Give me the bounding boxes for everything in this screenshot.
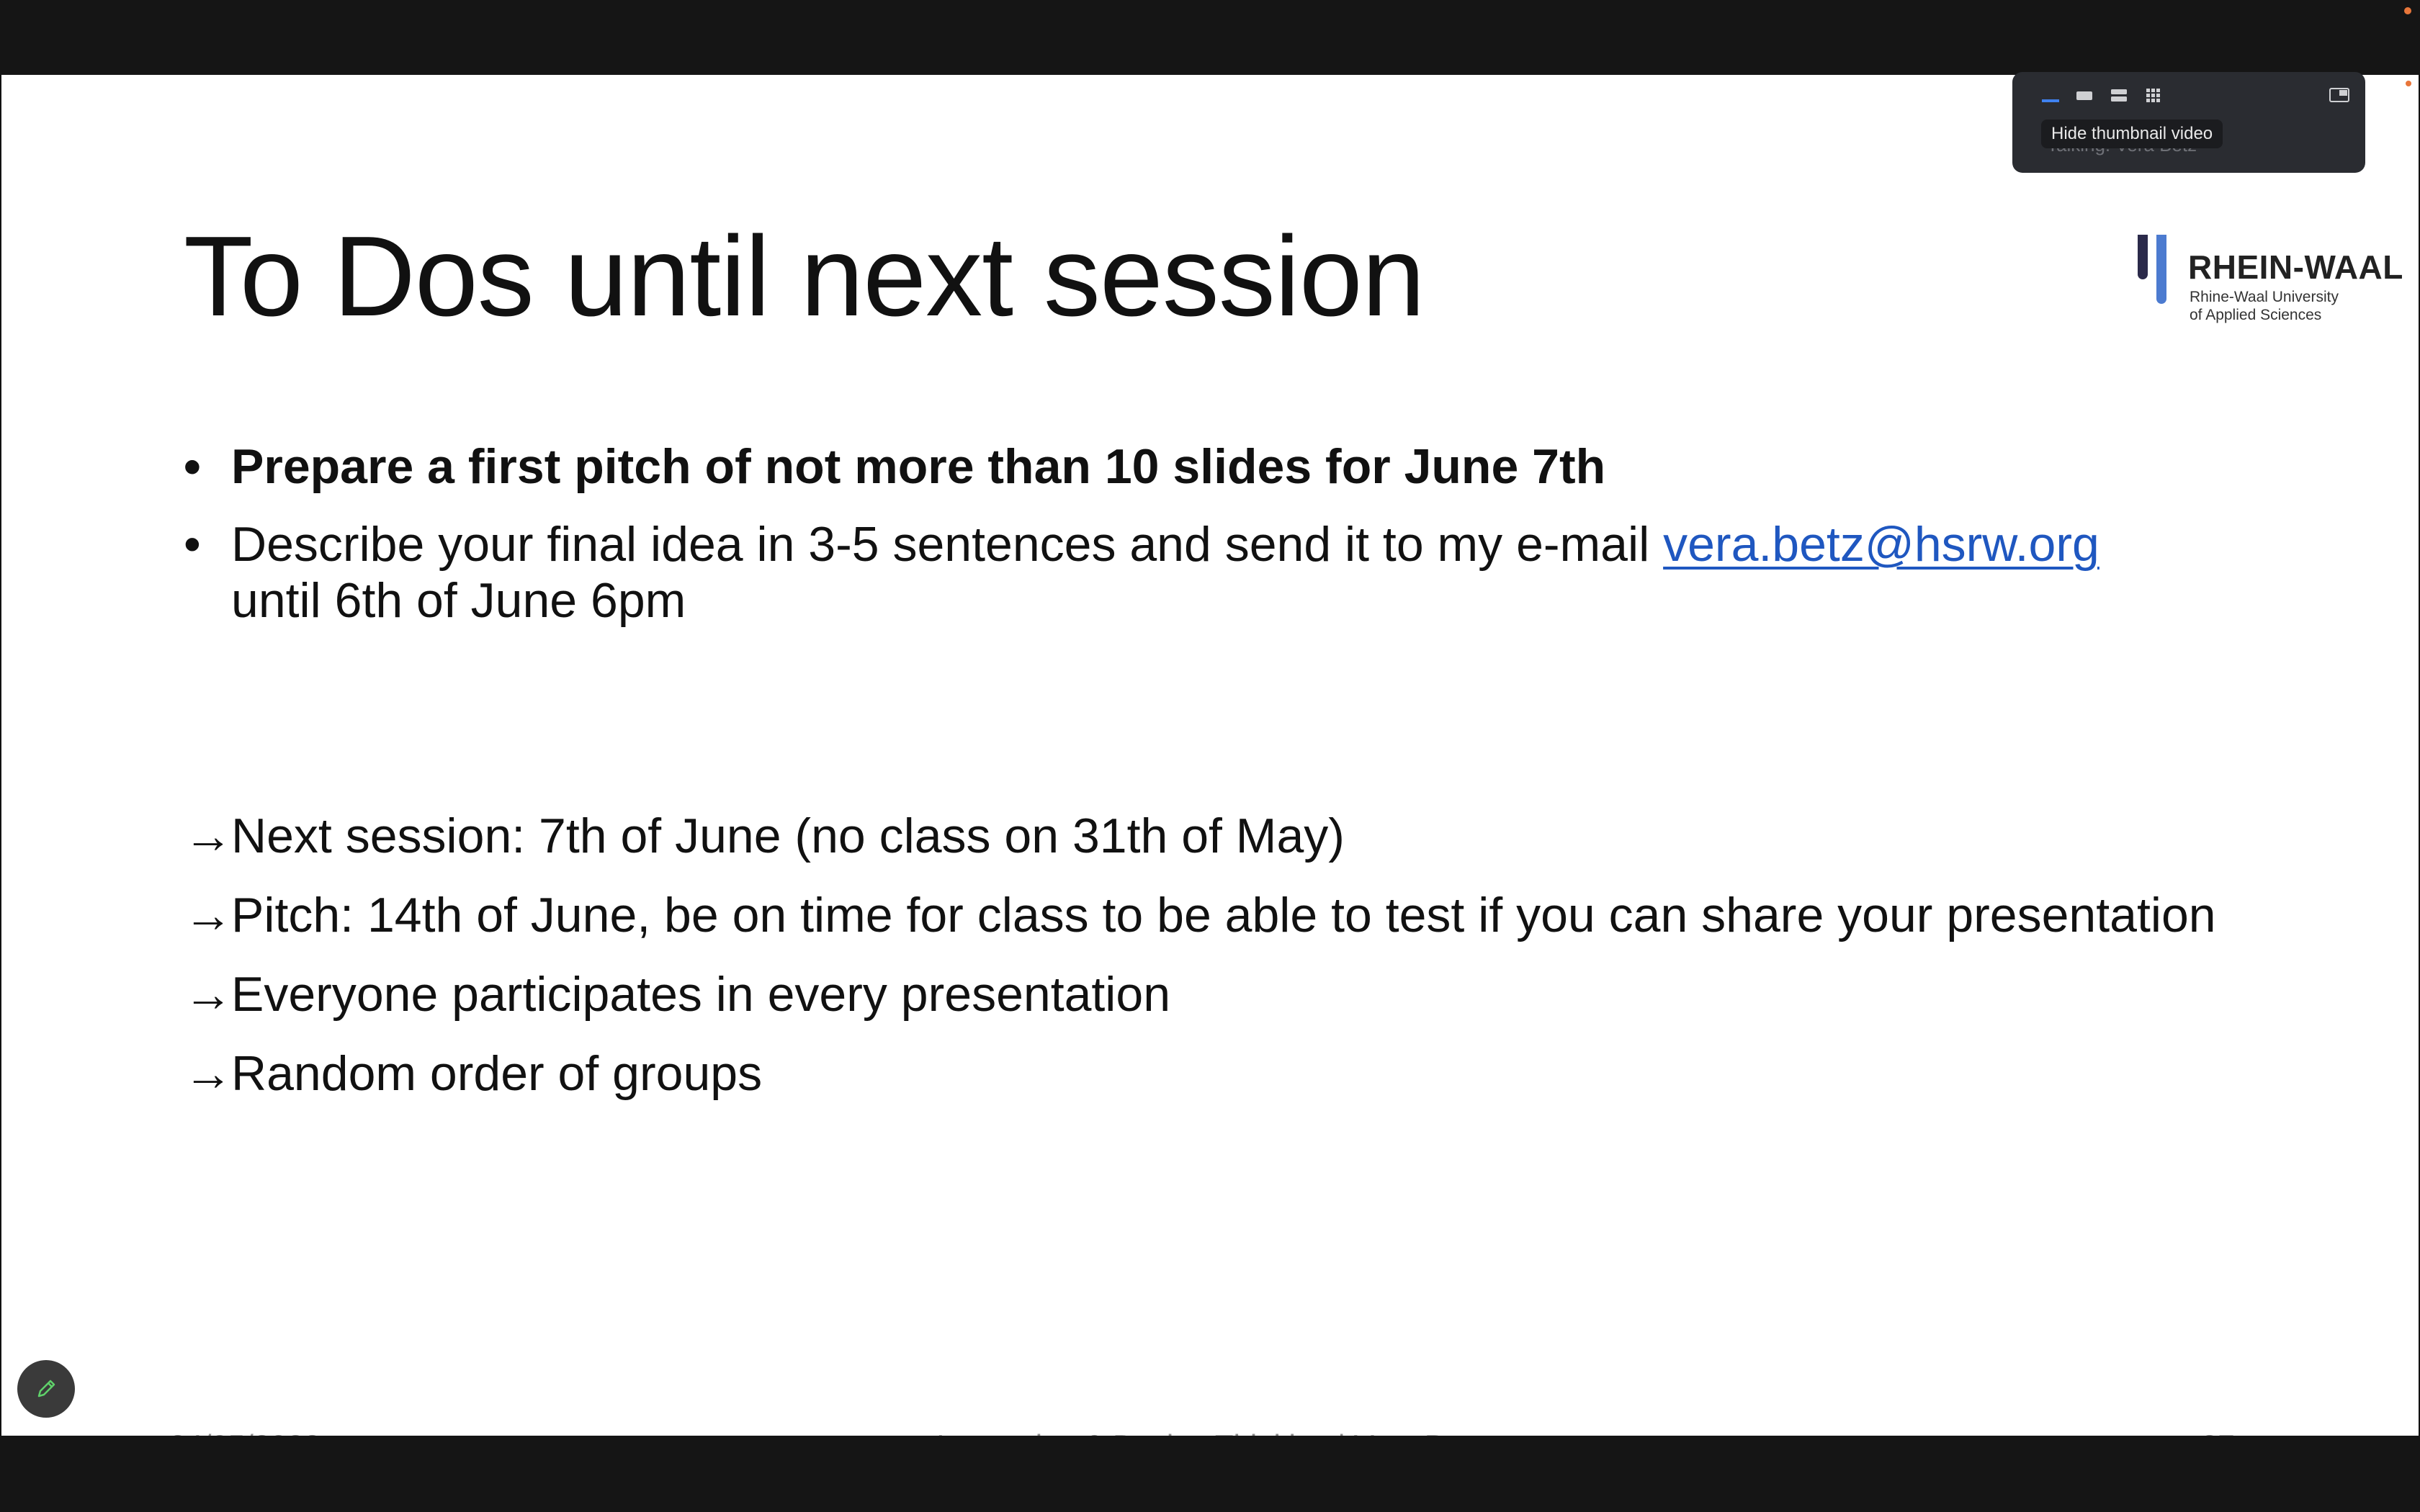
bullet-item: • Prepare a first pitch of not more than… — [184, 438, 2272, 495]
arrow-item-text: Pitch: 14th of June, be on time for clas… — [231, 888, 2216, 942]
pencil-icon — [37, 1380, 55, 1398]
email-link[interactable]: vera.betz@hsrw.org — [1663, 517, 2099, 572]
arrow-icon: → — [184, 967, 233, 1022]
logo-subtitle-line-1: Rhine-Waal University — [2190, 289, 2339, 305]
arrow-item: → Everyone participates in every present… — [184, 966, 2272, 1022]
pip-icon[interactable] — [2328, 85, 2351, 105]
split-view-icon[interactable] — [2107, 85, 2130, 105]
arrow-item: → Pitch: 14th of June, be on time for cl… — [184, 887, 2272, 943]
arrow-item-text: Everyone participates in every presentat… — [231, 967, 1171, 1022]
thumbnail-video-panel: Talking: Vera Betz Hide thumbnail video — [2012, 72, 2365, 173]
bullet-text: Describe your final idea in 3-5 sentence… — [231, 517, 1664, 572]
bullet-text: Prepare a first pitch of not more than 1… — [231, 439, 1606, 494]
arrow-icon: → — [184, 888, 233, 942]
bullet-text-continued: until 6th of June 6pm — [231, 573, 686, 628]
status-dot — [2406, 81, 2411, 86]
bullet-dot: • — [184, 439, 201, 494]
bullet-list: • Prepare a first pitch of not more than… — [184, 438, 2272, 629]
footer-title: Innovation & Design Thinking | Vera Betz — [936, 1428, 1485, 1436]
tooltip: Hide thumbnail video — [2041, 120, 2223, 148]
presentation-slide: To Dos until next session RHEIN-WAAL Rhi… — [1, 75, 2419, 1436]
logo-subtitle-line-2: of Applied Sciences — [2190, 307, 2322, 323]
arrow-item: → Random order of groups — [184, 1045, 2272, 1102]
arrow-icon: → — [184, 1046, 233, 1101]
university-logo: RHEIN-WAAL Rhine-Waal University of Appl… — [2138, 235, 2403, 328]
arrow-list: → Next session: 7th of June (no class on… — [184, 808, 2272, 1125]
bullet-dot: • — [184, 517, 201, 572]
video-view-toolbar — [2012, 72, 2365, 112]
arrow-item-text: Random order of groups — [231, 1046, 763, 1101]
slide-title: To Dos until next session — [184, 213, 1425, 340]
slide-number: 27 — [2201, 1428, 2235, 1436]
screen-share-top-bar — [0, 0, 2420, 75]
arrow-item-text: Next session: 7th of June (no class on 3… — [231, 809, 1345, 863]
recording-dot — [2404, 7, 2411, 14]
logo-mark-dark — [2138, 235, 2148, 279]
logo-name: RHEIN-WAAL — [2188, 248, 2403, 286]
annotate-button[interactable] — [17, 1360, 75, 1418]
screen-share-bottom-bar — [0, 1436, 2420, 1512]
logo-mark-blue — [2156, 235, 2166, 304]
gallery-grid-icon[interactable] — [2142, 85, 2165, 105]
arrow-icon: → — [184, 809, 233, 863]
single-video-icon[interactable] — [2073, 85, 2096, 105]
speaker-view-icon[interactable] — [2040, 85, 2061, 105]
arrow-item: → Next session: 7th of June (no class on… — [184, 808, 2272, 864]
logo-subtitle: Rhine-Waal University of Applied Science… — [2190, 288, 2339, 324]
bullet-item: • Describe your final idea in 3-5 senten… — [184, 516, 2272, 629]
footer-date: 24/05/2023 — [169, 1428, 321, 1436]
